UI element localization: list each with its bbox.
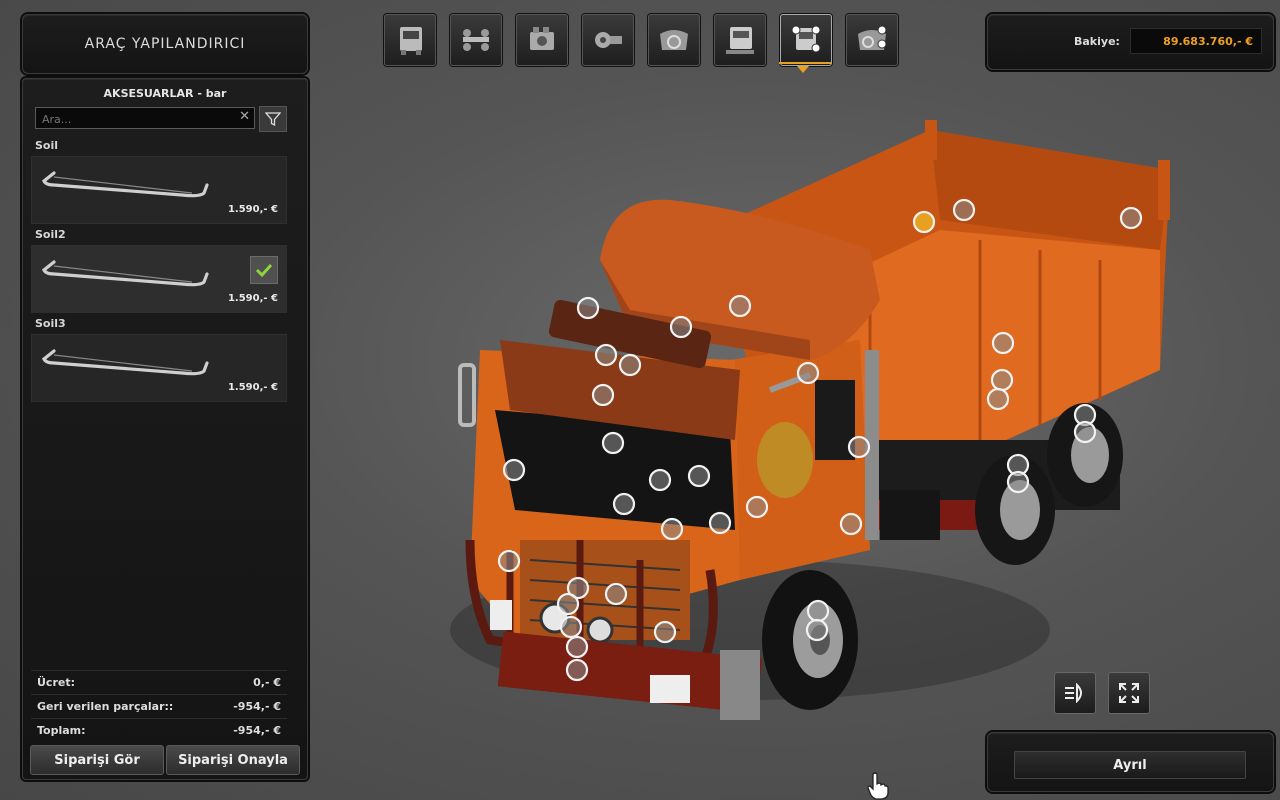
search-box[interactable]: ✕ — [35, 107, 255, 129]
view-order-button[interactable]: Siparişi Gör — [30, 745, 164, 775]
active-tab-arrow-icon — [797, 66, 809, 73]
active-tab-indicator — [779, 62, 831, 64]
truck-preview[interactable] — [440, 110, 1200, 750]
fullscreen-button[interactable] — [1108, 672, 1150, 714]
tab-accessories[interactable] — [780, 14, 832, 66]
interior-accessories-icon — [858, 25, 887, 50]
category-title: AKSESUARLAR - bar — [103, 87, 227, 100]
tab-cab[interactable] — [384, 14, 436, 66]
hand-cursor-icon — [867, 772, 889, 800]
item-name: Soil2 — [35, 228, 66, 241]
item-card[interactable]: 1.590,- € — [31, 334, 287, 402]
bar-accessory-icon — [42, 260, 209, 287]
headlight-toggle-button[interactable] — [1054, 672, 1096, 714]
confirm-order-button[interactable]: Siparişi Onayla — [166, 745, 300, 775]
cab-icon — [400, 27, 422, 55]
accessories-icon — [791, 25, 821, 53]
total-label: Toplam: — [37, 723, 86, 737]
item-price: 1.590,- € — [227, 204, 278, 215]
item-name: Soil — [35, 139, 59, 152]
balance-value: 89.683.760,- € — [1130, 28, 1262, 54]
tab-transmission[interactable] — [582, 14, 634, 66]
page-title: ARAÇ YAPILANDIRICI — [84, 36, 246, 52]
filter-icon — [265, 112, 281, 127]
balance-label: Bakiye: — [1074, 35, 1120, 48]
item-card-selected[interactable]: 1.590,- € — [31, 245, 287, 313]
item-price: 1.590,- € — [227, 293, 278, 304]
expand-icon — [1119, 683, 1139, 703]
returned-parts-row: Geri verilen parçalar:: -954,- € — [31, 694, 287, 717]
tab-paint[interactable] — [714, 14, 766, 66]
fee-row: Ücret: 0,- € — [31, 670, 287, 693]
paint-icon — [726, 27, 754, 54]
list-item[interactable]: Soil2 1.590,- € — [31, 228, 287, 313]
exit-button[interactable]: Ayrıl — [1014, 751, 1246, 779]
filter-button[interactable] — [259, 106, 287, 132]
bar-accessory-icon — [42, 349, 209, 376]
list-item[interactable]: Soil 1.590,- € — [31, 139, 287, 224]
engine-icon — [530, 27, 554, 50]
returned-label: Geri verilen parçalar:: — [37, 699, 174, 713]
tab-chassis[interactable] — [450, 14, 502, 66]
list-item[interactable]: Soil3 1.590,- € — [31, 317, 287, 402]
total-value: -954,- € — [233, 723, 281, 737]
item-price: 1.590,- € — [227, 382, 278, 393]
search-input[interactable] — [36, 110, 232, 129]
tab-engine[interactable] — [516, 14, 568, 66]
chassis-icon — [463, 29, 489, 51]
exit-panel: Ayrıl — [987, 732, 1274, 792]
fee-label: Ücret: — [37, 675, 75, 689]
item-name: Soil3 — [35, 317, 66, 330]
accessory-panel: AKSESUARLAR - bar ✕ Soil 1.590,- € Soil2 — [22, 78, 308, 780]
fee-value: 0,- € — [253, 675, 281, 689]
item-card[interactable]: 1.590,- € — [31, 156, 287, 224]
total-row: Toplam: -954,- € — [31, 718, 287, 741]
title-panel: ARAÇ YAPILANDIRICI — [22, 14, 308, 74]
returned-value: -954,- € — [233, 699, 281, 713]
interior-icon — [660, 30, 688, 50]
tab-interior[interactable] — [648, 14, 700, 66]
selected-check-icon — [250, 256, 278, 284]
headlight-icon — [1065, 683, 1082, 703]
balance-panel: Bakiye: 89.683.760,- € — [987, 14, 1274, 70]
clear-icon[interactable]: ✕ — [239, 109, 250, 124]
bar-accessory-icon — [42, 171, 209, 198]
transmission-icon — [595, 32, 622, 48]
tab-interior-accessories[interactable] — [846, 14, 898, 66]
